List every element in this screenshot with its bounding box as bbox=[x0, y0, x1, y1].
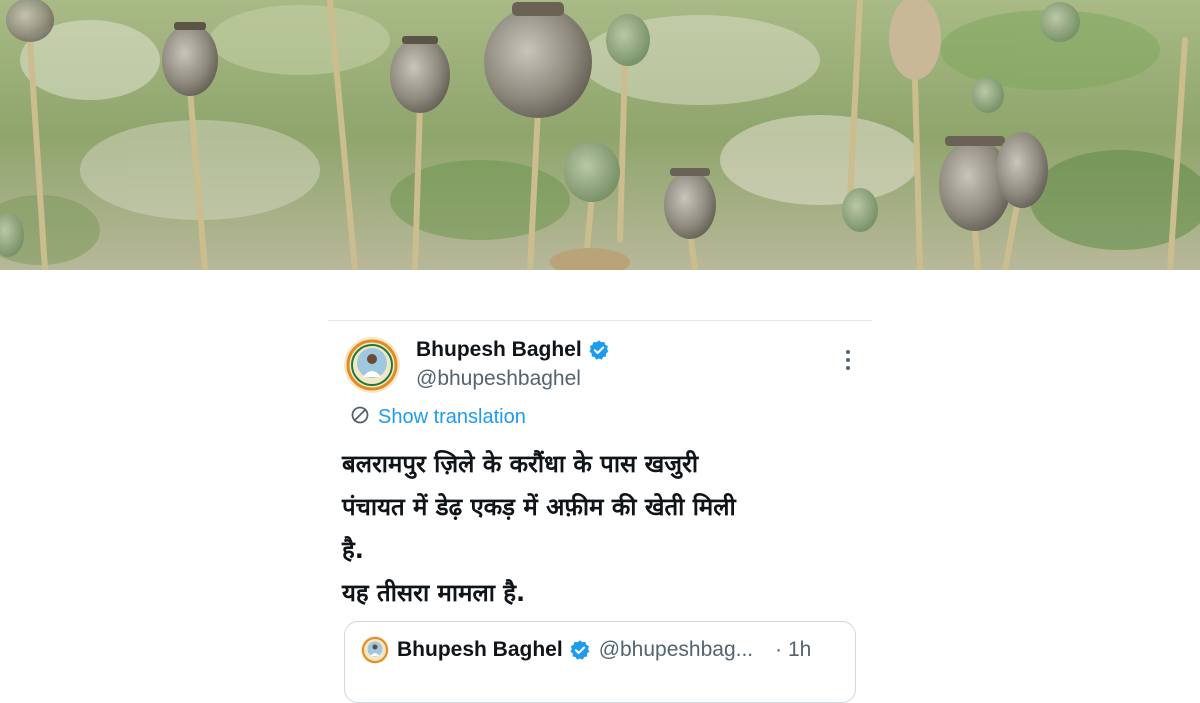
tweet-text: बलरामपुर ज़िले के करौंधा के पास खजुरी पं… bbox=[342, 443, 852, 615]
author-name-row[interactable]: Bhupesh Baghel bbox=[416, 338, 610, 362]
profile-avatar bbox=[344, 337, 400, 393]
show-translation-label[interactable]: Show translation bbox=[378, 406, 526, 429]
tweet-text-line: पंचायत में डेढ़ एकड़ में अफ़ीम की खेती म… bbox=[342, 493, 736, 521]
author-handle[interactable]: @bhupeshbaghel bbox=[416, 367, 581, 391]
tweet-text-line: बलरामपुर ज़िले के करौंधा के पास खजुरी bbox=[342, 450, 699, 478]
author-name[interactable]: Bhupesh Baghel bbox=[416, 338, 582, 362]
verified-badge-icon bbox=[588, 339, 610, 361]
quoted-author-row: Bhupesh Baghel @bhupeshbag... · 1h bbox=[397, 638, 811, 662]
globe-translate-icon bbox=[350, 405, 370, 430]
poppy-field-photo bbox=[0, 0, 1200, 270]
show-translation-link[interactable]: Show translation bbox=[350, 405, 526, 430]
quoted-author-name[interactable]: Bhupesh Baghel bbox=[397, 638, 563, 662]
quoted-author-handle[interactable]: @bhupeshbag... bbox=[599, 638, 753, 662]
author-avatar[interactable] bbox=[344, 337, 400, 393]
tweet-text-line: है. bbox=[342, 536, 364, 564]
verified-badge-icon bbox=[569, 639, 591, 661]
tweet-card: Bhupesh Baghel @bhupeshbaghel Show trans… bbox=[328, 320, 872, 703]
more-vertical-icon[interactable] bbox=[844, 349, 852, 371]
quoted-author-avatar[interactable] bbox=[361, 636, 389, 664]
quoted-tweet-time[interactable]: · 1h bbox=[775, 638, 811, 662]
quoted-tweet-card[interactable]: Bhupesh Baghel @bhupeshbag... · 1h bbox=[344, 621, 856, 703]
tweet-text-line: यह तीसरा मामला है. bbox=[342, 579, 526, 607]
